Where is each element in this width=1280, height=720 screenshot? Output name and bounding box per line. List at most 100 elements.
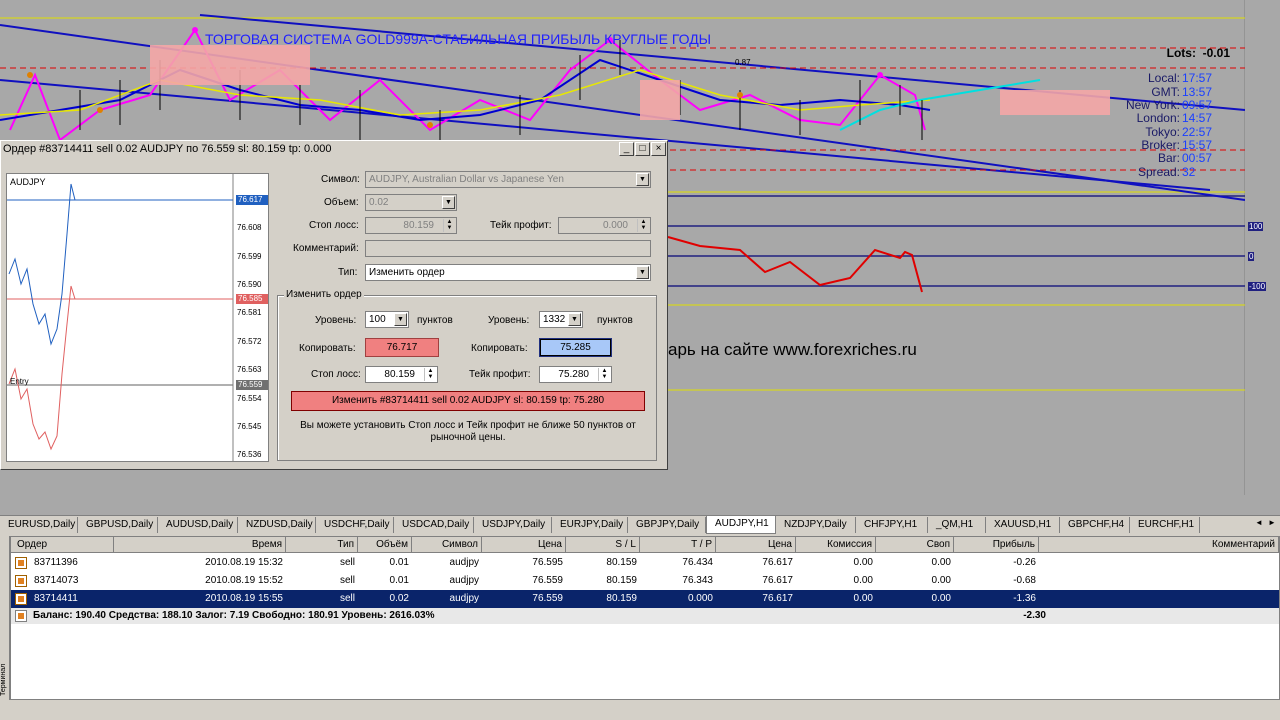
tab-eurjpy-daily[interactable]: EURJPY,Daily <box>552 517 628 533</box>
column-header[interactable]: T / P <box>640 537 716 553</box>
lots-display: Lots: -0.01 <box>1167 46 1230 60</box>
copy-sl-button[interactable]: 76.717 <box>365 338 439 357</box>
order-cell: sell <box>339 593 355 604</box>
comment-field[interactable] <box>365 240 651 257</box>
tab-usdchf-daily[interactable]: USDCHF,Daily <box>316 517 394 533</box>
info-tokyo: Tokyo: 22:57 <box>1100 125 1240 139</box>
tab-eurusd-daily[interactable]: EURUSD,Daily <box>0 517 78 533</box>
type-label: Тип: <box>338 267 358 278</box>
info-key: Broker: <box>1141 138 1180 152</box>
column-header[interactable]: Время <box>114 537 286 553</box>
info-key: Tokyo: <box>1145 125 1180 139</box>
column-header[interactable]: Цена <box>716 537 796 553</box>
symbol-label: Символ: <box>321 174 360 185</box>
volume-select[interactable]: 0.02 ▼ <box>365 194 457 211</box>
summary-text: Баланс: 190.40 Средства: 188.10 Залог: 7… <box>33 610 435 621</box>
tab-scroll-right-icon[interactable]: ► <box>1268 518 1276 527</box>
info-value: 09:57 <box>1182 98 1213 112</box>
tick-label: 76.608 <box>237 223 262 232</box>
tp-field[interactable]: 0.000 ▲ ▼ <box>558 217 651 234</box>
chevron-down-icon: ▼ <box>636 173 649 186</box>
tick-chart-bid-tag: 76.617 <box>236 195 268 205</box>
order-cell: 2010.08.19 15:32 <box>205 557 283 568</box>
type-select[interactable]: Изменить ордер ▼ <box>365 264 651 281</box>
copy-left-label: Копировать: <box>299 343 356 354</box>
tab-usdjpy-daily[interactable]: USDJPY,Daily <box>474 517 552 533</box>
column-header[interactable]: Комментарий <box>1039 537 1279 553</box>
close-icon[interactable]: × <box>651 142 666 156</box>
sl2-label: Стоп лосс: <box>311 369 361 380</box>
chevron-down-icon: ▼ <box>636 266 649 279</box>
column-header[interactable]: Цена <box>482 537 566 553</box>
tab-gbpchf-h4[interactable]: GBPCHF,H4 <box>1060 517 1130 533</box>
info-key: GMT: <box>1151 85 1180 99</box>
order-cell: audjpy <box>449 575 479 586</box>
order-row[interactable]: 83714073 2010.08.19 15:52 sell 0.01 audjpy 76… <box>11 572 1279 590</box>
order-icon <box>15 593 27 605</box>
column-header[interactable]: S / L <box>566 537 640 553</box>
maximize-icon[interactable]: □ <box>635 142 650 156</box>
tab-gbpusd-daily[interactable]: GBPUSD,Daily <box>78 517 158 533</box>
sl-input[interactable]: 80.159 ▲ ▼ <box>365 366 438 383</box>
column-header[interactable]: Ордер <box>11 537 114 553</box>
order-cell: 0.01 <box>389 557 409 568</box>
order-cell: 76.595 <box>532 557 563 568</box>
chart-tabs: EURUSD,Daily GBPUSD,Daily AUDUSD,Daily NZDU… <box>0 515 1280 534</box>
order-cell: 83714073 <box>34 575 79 586</box>
column-header[interactable]: Прибыль <box>954 537 1039 553</box>
account-summary: Баланс: 190.40 Средства: 188.10 Залог: 7… <box>11 608 1279 624</box>
order-cell: 2010.08.19 15:52 <box>205 575 283 586</box>
points-label: пунктов <box>417 315 453 326</box>
tab-nzdusd-daily[interactable]: NZDUSD,Daily <box>238 517 316 533</box>
order-dialog: Ордер #83714411 sell 0.02 AUDJPY по 76.5… <box>0 140 668 470</box>
tp-input[interactable]: 75.280 ▲ ▼ <box>539 366 612 383</box>
order-cell: 0.00 <box>853 593 873 604</box>
spinner-icon[interactable]: ▲ ▼ <box>443 219 455 232</box>
info-value: 17:57 <box>1182 71 1213 85</box>
sl-label: Стоп лосс: <box>309 220 359 231</box>
spinner-icon[interactable]: ▲ ▼ <box>424 368 436 381</box>
volume-label: Объем: <box>324 197 359 208</box>
tick-chart-entry: Entry <box>10 377 29 386</box>
order-cell: sell <box>339 575 355 586</box>
column-header[interactable]: Символ <box>412 537 482 553</box>
spinner-icon[interactable]: ▲ ▼ <box>598 368 610 381</box>
order-row[interactable]: 83711396 2010.08.19 15:32 sell 0.01 audjpy 76… <box>11 554 1279 572</box>
tick-label: 76.590 <box>237 280 262 289</box>
column-header[interactable]: Объём <box>358 537 412 553</box>
tab-xauusd-h1[interactable]: XAUUSD,H1 <box>986 517 1060 533</box>
order-cell: audjpy <box>449 593 479 604</box>
column-header[interactable]: Тип <box>286 537 358 553</box>
order-row[interactable]: 83714411 2010.08.19 15:55 sell 0.02 audjpy 76… <box>11 590 1279 608</box>
minimize-icon[interactable]: _ <box>619 142 634 156</box>
info-value: 14:57 <box>1182 111 1213 125</box>
info-local: Local: 17:57 <box>1100 71 1240 85</box>
column-header[interactable]: Комиссия <box>796 537 876 553</box>
level-left-select[interactable]: 100 ▼ <box>365 311 409 328</box>
type-value: Изменить ордер <box>369 267 445 278</box>
tab--qm-h1[interactable]: _QM,H1 <box>928 517 986 533</box>
level-right-select[interactable]: 1332 ▼ <box>539 311 583 328</box>
tab-gbpjpy-daily[interactable]: GBPJPY,Daily <box>628 517 706 533</box>
tab-chfjpy-h1[interactable]: CHFJPY,H1 <box>856 517 928 533</box>
volume-value: 0.02 <box>369 197 389 208</box>
symbol-select[interactable]: AUDJPY, Australian Dollar vs Japanese Ye… <box>365 171 651 188</box>
tab-eurchf-h1[interactable]: EURCHF,H1 <box>1130 517 1200 533</box>
tab-nzdjpy-daily[interactable]: NZDJPY,Daily <box>776 517 856 533</box>
tab-audjpy-h1[interactable]: AUDJPY,H1 <box>706 516 776 534</box>
info-key: Bar: <box>1157 151 1180 165</box>
order-cell: 0.00 <box>853 557 873 568</box>
order-cell: 80.159 <box>606 557 637 568</box>
spinner-icon[interactable]: ▲ ▼ <box>637 219 649 232</box>
modify-order-button[interactable]: Изменить #83714411 sell 0.02 AUDJPY sl: … <box>291 391 645 411</box>
order-cell: 76.617 <box>762 575 793 586</box>
info-london: London: 14:57 <box>1100 111 1240 125</box>
order-cell: 76.617 <box>762 593 793 604</box>
copy-tp-button[interactable]: 75.285 <box>539 338 612 357</box>
sl-field[interactable]: 80.159 ▲ ▼ <box>365 217 457 234</box>
tab-audusd-daily[interactable]: AUDUSD,Daily <box>158 517 238 533</box>
tab-usdcad-daily[interactable]: USDCAD,Daily <box>394 517 474 533</box>
column-header[interactable]: Своп <box>876 537 954 553</box>
tab-scroll-left-icon[interactable]: ◄ <box>1255 518 1263 527</box>
order-cell: 76.617 <box>762 557 793 568</box>
